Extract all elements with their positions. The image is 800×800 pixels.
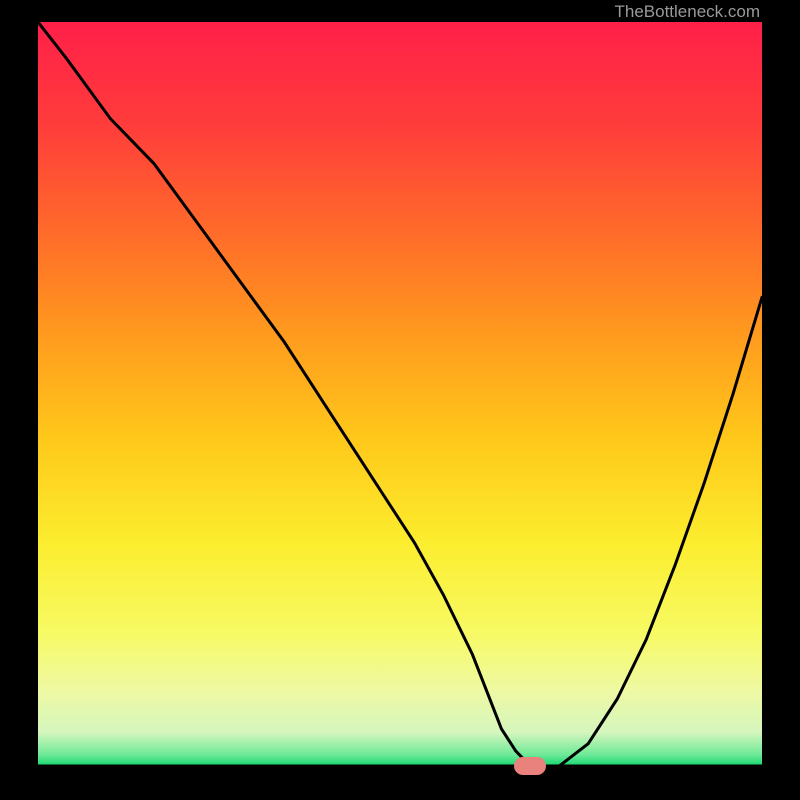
credit-text: TheBottleneck.com <box>614 2 760 22</box>
gradient-background <box>38 22 762 766</box>
optimal-marker <box>514 757 546 775</box>
bottleneck-plot <box>38 22 762 766</box>
chart-frame <box>38 22 762 766</box>
